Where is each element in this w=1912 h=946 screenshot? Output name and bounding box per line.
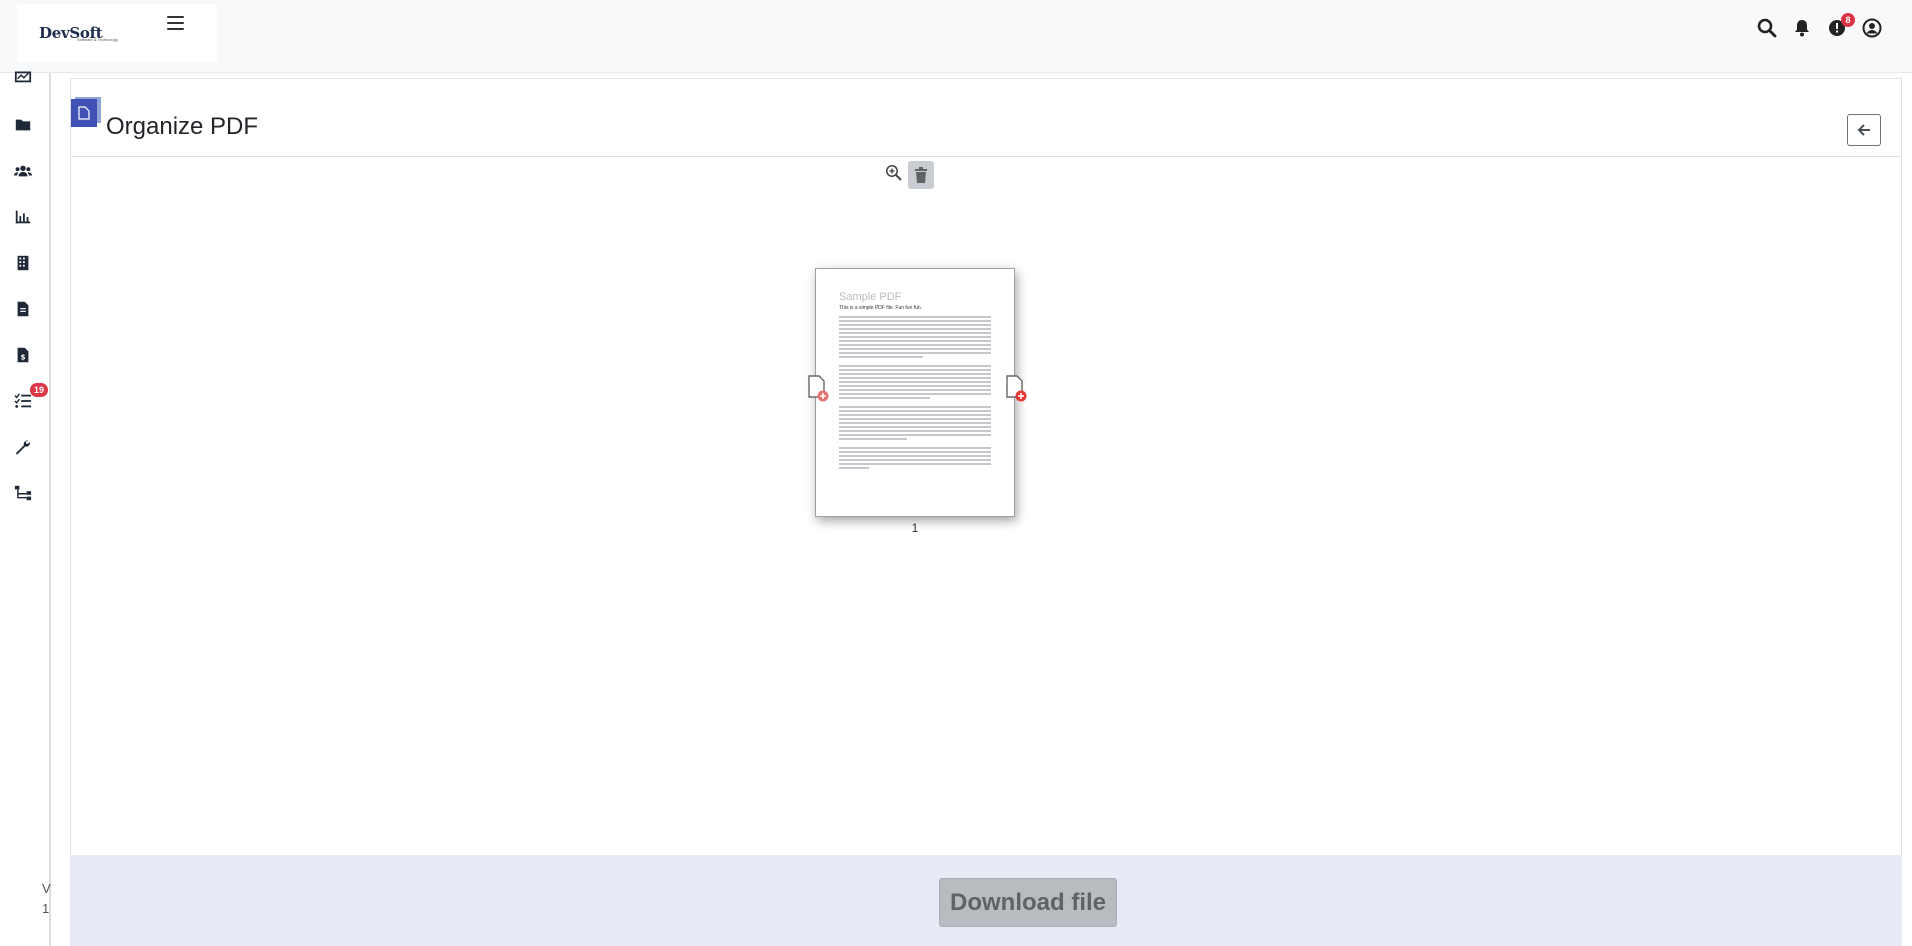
action-footer: Download file — [70, 855, 1902, 946]
user-avatar-icon[interactable] — [1862, 18, 1882, 38]
sidebar-footer-line2: 1 — [42, 901, 50, 916]
pdf-page-preview[interactable]: Sample PDF This is a simple PDF file. Fu… — [815, 268, 1015, 517]
page-number-label: 1 — [911, 521, 919, 535]
insert-page-after-icon[interactable] — [1003, 372, 1029, 404]
arrow-left-icon — [1857, 124, 1870, 136]
download-file-button[interactable]: Download file — [939, 878, 1117, 927]
tasks-list-icon[interactable]: 19 — [12, 383, 48, 412]
insert-page-before-icon[interactable] — [805, 372, 831, 404]
menu-toggle-icon[interactable] — [167, 16, 184, 30]
wrench-icon[interactable] — [12, 436, 34, 458]
card-header: Organize PDF — [71, 79, 1901, 157]
tasks-badge: 19 — [30, 383, 48, 397]
back-button[interactable] — [1847, 114, 1881, 146]
brand-logo[interactable]: DevSoft Software & Technology — [17, 4, 217, 62]
pdf-page-heading: Sample PDF — [839, 291, 902, 303]
invoice-icon[interactable]: $ — [12, 344, 34, 366]
users-icon[interactable] — [12, 160, 34, 182]
pdf-page-body — [839, 316, 991, 471]
sidebar-footer-line1: V — [42, 881, 51, 896]
delete-page-button[interactable] — [908, 161, 934, 189]
document-icon[interactable] — [12, 298, 34, 320]
search-icon[interactable] — [1757, 18, 1777, 38]
trash-icon — [915, 167, 927, 183]
pdf-page-subheading: This is a simple PDF file. Fun fun fun. — [839, 305, 923, 311]
alerts-icon[interactable]: 8 — [1827, 13, 1855, 38]
alerts-badge: 8 — [1841, 13, 1855, 27]
brand-tagline: Software & Technology — [77, 37, 118, 42]
sitemap-icon[interactable] — [12, 482, 34, 504]
top-navbar: DevSoft Software & Technology 8 — [0, 0, 1912, 73]
notifications-bell-icon[interactable] — [1792, 18, 1812, 38]
pdf-page-thumbnail-item: Sample PDF This is a simple PDF file. Fu… — [808, 159, 1027, 535]
zoom-in-icon[interactable] — [885, 164, 903, 182]
chart-bar-icon[interactable] — [12, 206, 34, 228]
dashboard-icon[interactable] — [12, 65, 34, 87]
page-title: Organize PDF — [106, 113, 259, 140]
pdf-file-icon — [71, 97, 101, 127]
svg-text:$: $ — [20, 353, 25, 362]
left-sidebar: $ 19 V 1 — [0, 71, 51, 946]
page-tools — [815, 159, 1015, 189]
building-icon[interactable] — [12, 252, 34, 274]
folder-icon[interactable] — [12, 114, 34, 136]
